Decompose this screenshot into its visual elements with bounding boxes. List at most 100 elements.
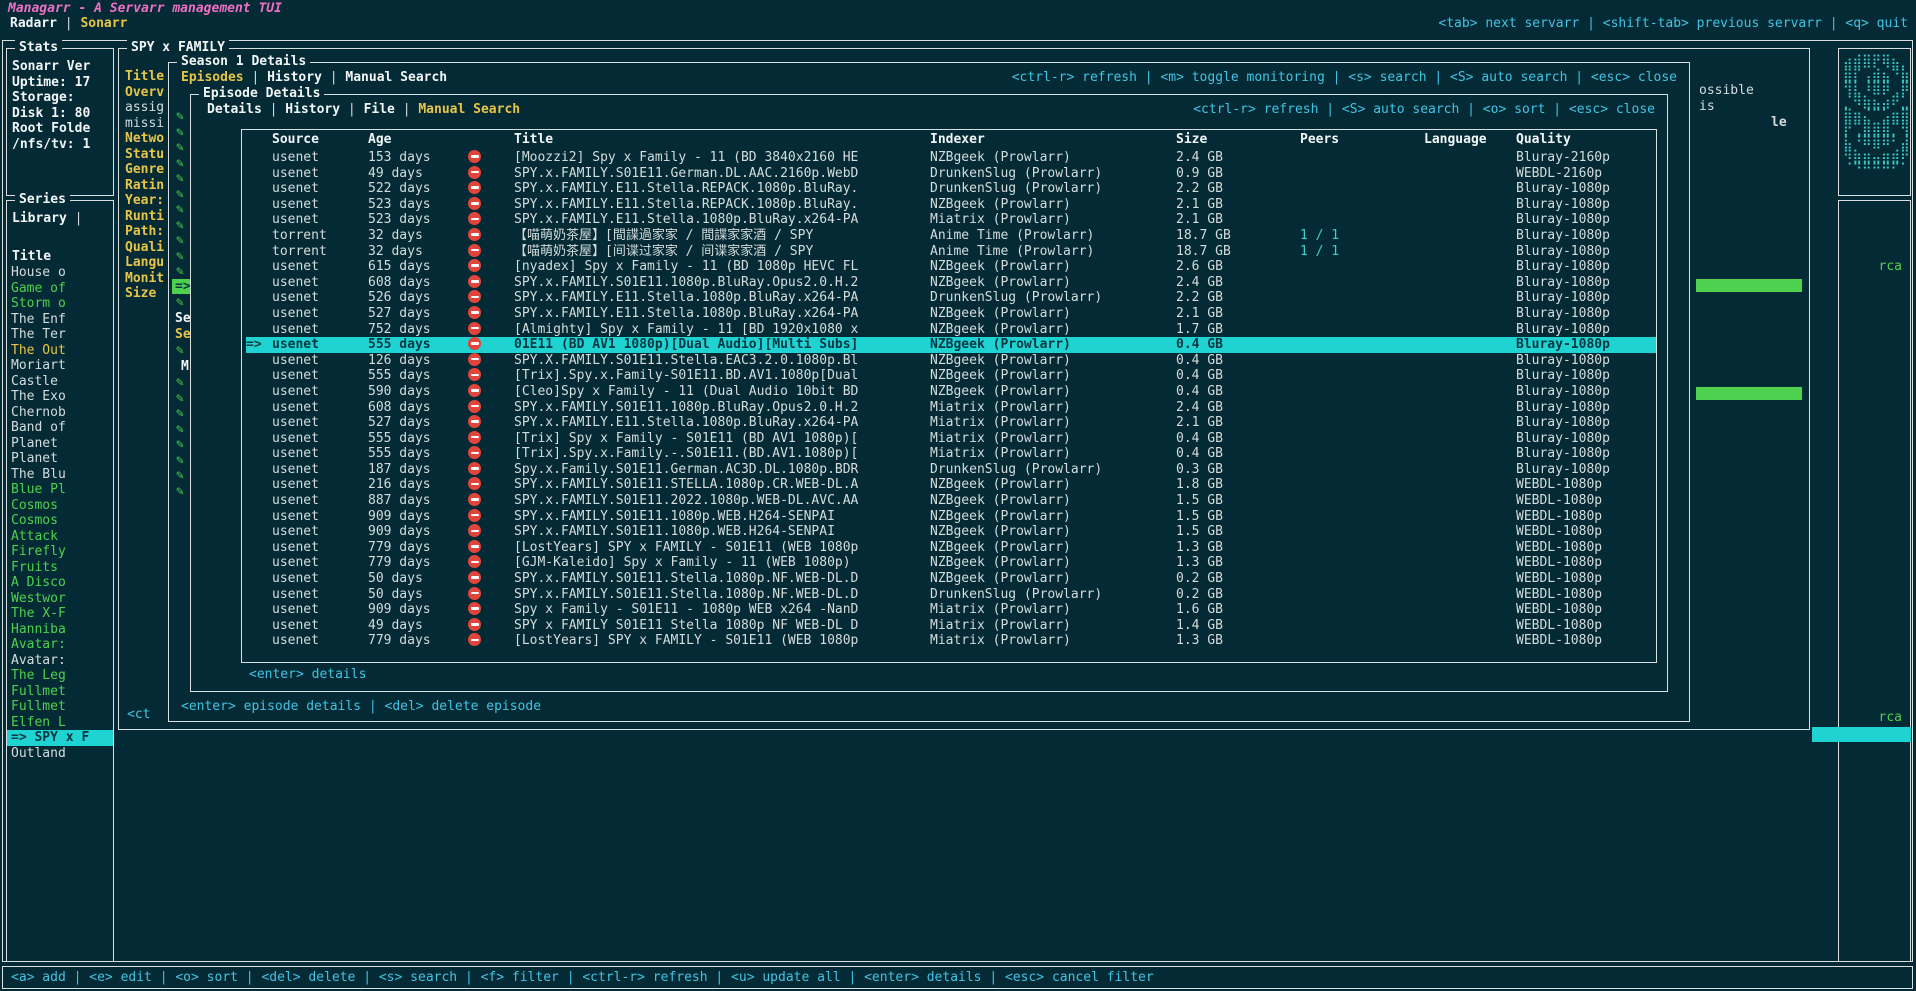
search-result-row[interactable]: torrent 32 days 【喵萌奶茶屋】[間諜過家家 / 間諜家家酒 / … — [246, 228, 1656, 244]
series-list-item[interactable]: Cosmos — [7, 498, 113, 514]
cell-quality: WEBDL-1080p — [1516, 555, 1656, 571]
series-list-item[interactable]: The Exo — [7, 389, 113, 405]
search-result-row[interactable]: usenet 555 days [Trix].Spy.x.Family.-.S0… — [246, 446, 1656, 462]
search-result-row[interactable]: => usenet 555 days 01E11 (BD AV1 1080p)[… — [246, 337, 1656, 353]
cell-language — [1424, 431, 1516, 447]
series-list-item[interactable]: Planet — [7, 436, 113, 452]
header-quality[interactable]: Quality — [1516, 130, 1656, 150]
cell-source: usenet — [272, 275, 368, 291]
search-result-row[interactable]: usenet 779 days [GJM-Kaleido] Spy x Fami… — [246, 555, 1656, 571]
cell-language — [1424, 555, 1516, 571]
series-list-item[interactable]: Planet — [7, 451, 113, 467]
cell-source: usenet — [272, 602, 368, 618]
search-result-row[interactable]: usenet 615 days [nyadex] Spy x Family - … — [246, 259, 1656, 275]
series-list-item[interactable]: Blue Pl — [7, 482, 113, 498]
series-list-item[interactable]: The Enf — [7, 312, 113, 328]
episode-tab[interactable]: Details — [207, 102, 262, 118]
series-list-item[interactable]: Fullmet — [7, 684, 113, 700]
series-list-item[interactable]: => SPY x F — [7, 730, 113, 746]
series-list-item[interactable]: The Ter — [7, 327, 113, 343]
search-result-row[interactable]: usenet 909 days Spy x Family - S01E11 - … — [246, 602, 1656, 618]
header-rejected — [468, 130, 514, 150]
search-result-row[interactable]: usenet 752 days [Almighty] Spy x Family … — [246, 322, 1656, 338]
cell-title: [Moozzi2] Spy x Family - 11 (BD 3840x216… — [514, 150, 930, 166]
search-result-row[interactable]: usenet 522 days SPY.x.FAMILY.E11.Stella.… — [246, 181, 1656, 197]
cell-size: 1.8 GB — [1176, 477, 1300, 493]
search-result-row[interactable]: usenet 49 days SPY x FAMILY S01E11 Stell… — [246, 618, 1656, 634]
search-result-row[interactable]: usenet 187 days Spy.x.Family.S01E11.Germ… — [246, 462, 1656, 478]
series-list-item[interactable]: Castle — [7, 374, 113, 390]
tab-library[interactable]: Library — [12, 211, 82, 227]
series-list-item[interactable]: Fullmet — [7, 699, 113, 715]
header-indexer[interactable]: Indexer — [930, 130, 1176, 150]
series-list-item[interactable]: The Leg — [7, 668, 113, 684]
series-list-item[interactable]: The X-F — [7, 606, 113, 622]
cell-rejected — [468, 493, 514, 509]
cell-quality: Bluray-2160p — [1516, 150, 1656, 166]
series-list-item[interactable]: Fruits — [7, 560, 113, 576]
search-result-row[interactable]: usenet 50 days SPY.x.FAMILY.S01E11.Stell… — [246, 571, 1656, 587]
search-result-row[interactable]: usenet 126 days SPY.X.FAMILY.S01E11.Stel… — [246, 353, 1656, 369]
season-tab[interactable]: History — [244, 70, 322, 86]
series-list-item[interactable]: Avatar: — [7, 637, 113, 653]
series-list-item[interactable]: Firefly — [7, 544, 113, 560]
series-list-item[interactable]: The Out — [7, 343, 113, 359]
search-result-row[interactable]: usenet 523 days SPY.x.FAMILY.E11.Stella.… — [246, 197, 1656, 213]
search-result-row[interactable]: usenet 50 days SPY.x.FAMILY.S01E11.Stell… — [246, 587, 1656, 603]
header-size[interactable]: Size — [1176, 130, 1300, 150]
search-result-row[interactable]: usenet 555 days [Trix] Spy x Family - S0… — [246, 431, 1656, 447]
episode-tab[interactable]: Manual Search — [395, 102, 520, 118]
series-list-item[interactable]: Avatar: — [7, 653, 113, 669]
search-result-row[interactable]: usenet 608 days SPY.x.FAMILY.S01E11.1080… — [246, 400, 1656, 416]
search-result-row[interactable]: torrent 32 days 【喵萌奶茶屋】[间谍过家家 / 间谍家家酒 / … — [246, 244, 1656, 260]
episode-tab[interactable]: File — [340, 102, 395, 118]
series-list-item[interactable]: Attack — [7, 529, 113, 545]
search-result-row[interactable]: usenet 590 days [Cleo]Spy x Family - 11 … — [246, 384, 1656, 400]
search-result-row[interactable]: usenet 779 days [LostYears] SPY x FAMILY… — [246, 540, 1656, 556]
selected-library-row-fragment — [1812, 727, 1911, 742]
series-list-item[interactable]: Westwor — [7, 591, 113, 607]
series-list-item[interactable]: Storm o — [7, 296, 113, 312]
series-list-item[interactable]: House o — [7, 265, 113, 281]
search-result-row[interactable]: usenet 887 days SPY.x.FAMILY.S01E11.2022… — [246, 493, 1656, 509]
search-result-row[interactable]: usenet 153 days [Moozzi2] Spy x Family -… — [246, 150, 1656, 166]
search-result-row[interactable]: usenet 527 days SPY.x.FAMILY.E11.Stella.… — [246, 306, 1656, 322]
series-list-item[interactable]: The Blu — [7, 467, 113, 483]
cell-title: SPY x FAMILY S01E11 Stella 1080p NF WEB-… — [514, 618, 930, 634]
header-title[interactable]: Title — [514, 130, 930, 150]
series-list-item[interactable]: Chernob — [7, 405, 113, 421]
cell-language — [1424, 618, 1516, 634]
servarr-tab[interactable]: Sonarr — [57, 16, 127, 32]
episode-monitor-pencil-icons[interactable]: ✎ ✎ ✎ ✎ ✎ ✎ ✎ ✎ — [176, 375, 184, 499]
series-list-item[interactable]: Band of — [7, 420, 113, 436]
series-list-item[interactable]: Cosmos — [7, 513, 113, 529]
header-language[interactable]: Language — [1424, 130, 1516, 150]
series-list-item[interactable]: Moriart — [7, 358, 113, 374]
cell-peers — [1300, 181, 1424, 197]
search-result-row[interactable]: usenet 909 days SPY.x.FAMILY.S01E11.1080… — [246, 524, 1656, 540]
search-result-row[interactable]: usenet 526 days SPY.x.FAMILY.E11.Stella.… — [246, 290, 1656, 306]
season-tab[interactable]: Episodes — [181, 70, 244, 86]
episode-tab[interactable]: History — [262, 102, 340, 118]
episode-monitor-pencil-icon[interactable]: ✎ — [176, 295, 184, 311]
servarr-tab[interactable]: Radarr — [10, 16, 57, 32]
search-result-row[interactable]: usenet 527 days SPY.x.FAMILY.E11.Stella.… — [246, 415, 1656, 431]
series-list-item[interactable]: Outland — [7, 746, 113, 762]
header-age[interactable]: Age — [368, 130, 468, 150]
search-result-row[interactable]: usenet 523 days SPY.x.FAMILY.E11.Stella.… — [246, 212, 1656, 228]
episode-monitor-pencil-icons[interactable]: ✎ ✎ ✎ ✎ ✎ ✎ ✎ ✎ ✎ ✎ ✎ — [176, 109, 184, 280]
search-result-row[interactable]: usenet 555 days [Trix].Spy.x.Family-S01E… — [246, 368, 1656, 384]
search-result-row[interactable]: usenet 608 days SPY.x.FAMILY.S01E11.1080… — [246, 275, 1656, 291]
series-list-item[interactable]: Hanniba — [7, 622, 113, 638]
header-peers[interactable]: Peers — [1300, 130, 1424, 150]
episode-monitor-pencil-icon[interactable]: ✎ — [176, 343, 184, 359]
search-result-row[interactable]: usenet 49 days SPY.x.FAMILY.S01E11.Germa… — [246, 166, 1656, 182]
series-list-item[interactable]: A Disco — [7, 575, 113, 591]
season-tab[interactable]: Manual Search — [322, 70, 447, 86]
series-list-item[interactable]: Game of — [7, 281, 113, 297]
search-result-row[interactable]: usenet 779 days [LostYears] SPY x FAMILY… — [246, 633, 1656, 649]
search-result-row[interactable]: usenet 909 days SPY.x.FAMILY.S01E11.1080… — [246, 509, 1656, 525]
series-list-item[interactable]: Elfen L — [7, 715, 113, 731]
header-source[interactable]: Source — [272, 130, 368, 150]
search-result-row[interactable]: usenet 216 days SPY.x.FAMILY.S01E11.STEL… — [246, 477, 1656, 493]
